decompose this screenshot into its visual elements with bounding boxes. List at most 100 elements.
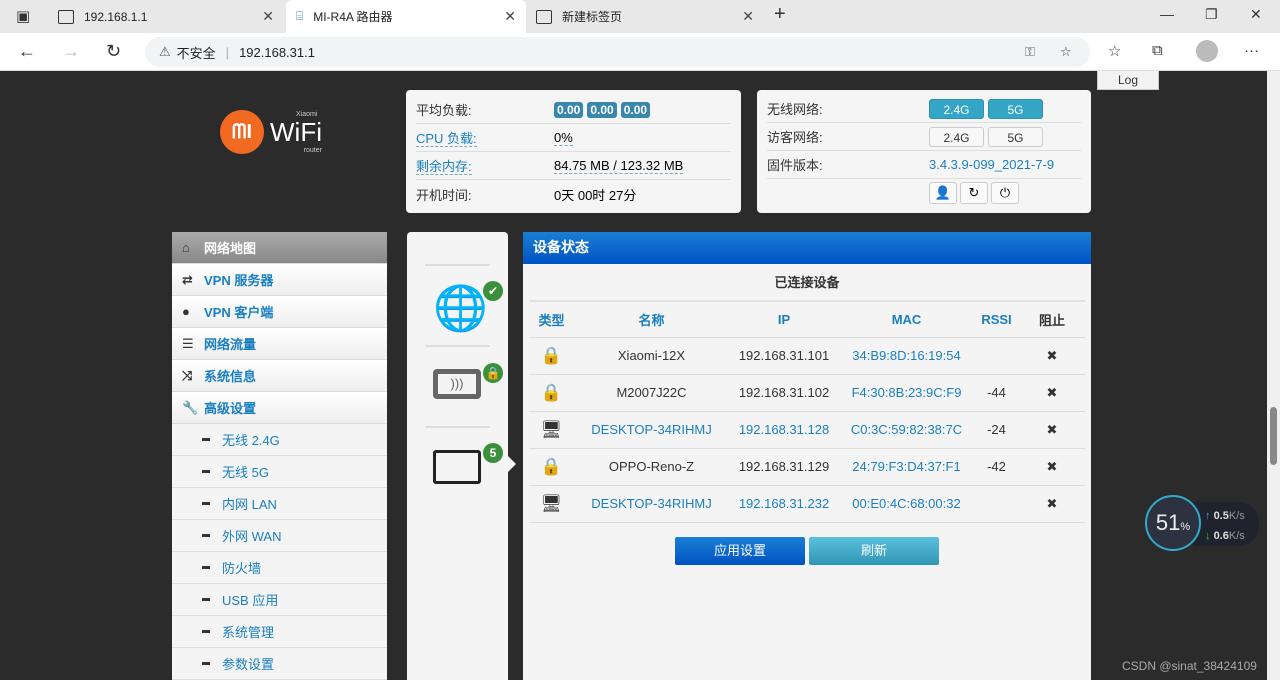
restore-button[interactable]: ❐ <box>1205 6 1218 23</box>
device-name[interactable]: DESKTOP-34RIHMJ <box>574 485 729 523</box>
log-button[interactable]: Log <box>1097 71 1159 90</box>
forward-icon[interactable]: → <box>62 41 80 62</box>
device-mac[interactable]: F4:30:8B:23:9C:F9 <box>839 374 974 412</box>
list-icon: ☰ <box>182 335 194 351</box>
xiaomi-wifi-logo: ᗰI Xiaomi WiFi router <box>220 110 322 154</box>
tab-actions-icon[interactable]: ▣ <box>16 7 30 25</box>
device-name[interactable]: DESKTOP-34RIHMJ <box>574 411 729 449</box>
minimize-button[interactable]: — <box>1160 6 1174 22</box>
sidebar-sub-firewall[interactable]: 防火墙 <box>172 552 387 584</box>
scrollbar[interactable] <box>1267 71 1280 680</box>
lock-badge-icon: 🔒 <box>483 363 503 383</box>
clients-count-badge: 5 <box>483 443 503 463</box>
device-rssi <box>974 485 1019 523</box>
sidebar-sub-usb[interactable]: USB 应用 <box>172 584 387 616</box>
user-icon[interactable]: 👤 <box>929 182 957 204</box>
back-icon[interactable]: ← <box>18 41 36 62</box>
sidebar-item-traffic[interactable]: ☰ 网络流量 <box>172 328 387 360</box>
clients-icon[interactable] <box>433 450 481 484</box>
wifi-5g-button[interactable]: 5G <box>988 98 1043 119</box>
panel-title: 设备状态 <box>523 232 1091 264</box>
wireless-router-icon[interactable]: ))) <box>433 369 481 399</box>
device-ip[interactable]: 192.168.31.232 <box>729 485 839 523</box>
refresh-button[interactable]: 刷新 <box>809 537 939 565</box>
reload-icon[interactable]: ↻ <box>106 41 121 62</box>
sidebar-item-system-info[interactable]: ⤨ 系统信息 <box>172 360 387 392</box>
close-icon[interactable]: ✕ <box>742 8 754 25</box>
sidebar-item-vpn-server[interactable]: ⇄ VPN 服务器 <box>172 264 387 296</box>
block-icon[interactable]: ✖ <box>1019 374 1085 412</box>
guest-5g-button[interactable]: 5G <box>988 126 1043 147</box>
favorites-icon[interactable]: ☆ <box>1108 42 1121 60</box>
upload-speed: 0.5 <box>1213 510 1229 522</box>
dash-icon <box>202 470 210 473</box>
profile-avatar[interactable] <box>1196 40 1218 62</box>
col-name: 名称 <box>574 302 729 338</box>
sidebar-item-advanced[interactable]: 🔧 高级设置 <box>172 392 387 424</box>
device-mac[interactable]: 34:B9:8D:16:19:54 <box>839 337 974 375</box>
block-icon[interactable]: ✖ <box>1019 337 1085 375</box>
block-icon[interactable]: ✖ <box>1019 485 1085 523</box>
uptime-label: 开机时间: <box>416 187 472 203</box>
device-mac[interactable]: 00:E0:4C:68:00:32 <box>839 485 974 523</box>
device-mac[interactable]: 24:79:F3:D4:37:F1 <box>839 448 974 486</box>
random-icon: ⤨ <box>182 367 193 383</box>
col-mac: MAC <box>839 302 974 338</box>
cpu-load-link[interactable]: CPU 负载: <box>416 131 477 147</box>
dash-icon <box>202 502 210 505</box>
lock-icon: 🔒 <box>529 337 574 375</box>
sidebar-sub-wan[interactable]: 外网 WAN <box>172 520 387 552</box>
address-bar-row: ← → ↻ ⚠ 不安全 | 192.168.31.1 ⚿ ☆ ☆ ⧉ ··· <box>0 33 1280 71</box>
wifi-24g-button[interactable]: 2.4G <box>929 98 984 119</box>
sub-label: 系统管理 <box>222 625 275 640</box>
load-badge: 0.00 <box>554 101 584 118</box>
sidebar-sub-lan[interactable]: 内网 LAN <box>172 488 387 520</box>
block-icon[interactable]: ✖ <box>1019 448 1085 486</box>
wrench-icon: 🔧 <box>182 399 199 415</box>
reboot-icon[interactable]: ↻ <box>960 182 988 204</box>
key-icon[interactable]: ⚿ <box>1025 44 1035 60</box>
device-table: 类型 名称 IP MAC RSSI 阻止 🔒 Xiaomi-12X 192.16… <box>529 302 1085 523</box>
apply-settings-button[interactable]: 应用设置 <box>675 537 805 565</box>
sidebar-item-label: 系统信息 <box>204 369 257 384</box>
lock-icon: 🔒 <box>529 374 574 412</box>
sidebar-sub-admin[interactable]: 系统管理 <box>172 616 387 648</box>
device-rssi: -24 <box>974 411 1019 449</box>
tab-3[interactable]: 新建标签页 ✕ <box>526 0 764 33</box>
desktop-icon: 🖥 <box>529 485 574 523</box>
internet-globe-icon[interactable]: 🌐 <box>433 282 488 334</box>
tab-1[interactable]: 192.168.1.1 ✕ <box>48 0 284 33</box>
sidebar-sub-settings[interactable]: 参数设置 <box>172 648 387 680</box>
table-row: 🔒 Xiaomi-12X 192.168.31.101 34:B9:8D:16:… <box>529 337 1085 375</box>
more-icon[interactable]: ··· <box>1244 42 1259 59</box>
device-mac[interactable]: C0:3C:59:82:38:7C <box>839 411 974 449</box>
address-input[interactable]: ⚠ 不安全 | 192.168.31.1 ⚿ ☆ <box>145 37 1090 67</box>
collections-icon[interactable]: ⧉ <box>1152 42 1163 59</box>
favorite-add-icon[interactable]: ☆ <box>1060 44 1072 60</box>
sidebar-item-vpn-client[interactable]: ● VPN 客户端 <box>172 296 387 328</box>
new-tab-button[interactable]: + <box>774 3 786 26</box>
connected-devices-heading: 已连接设备 <box>529 264 1085 302</box>
block-icon[interactable]: ✖ <box>1019 411 1085 449</box>
close-window-button[interactable]: ✕ <box>1250 6 1262 23</box>
tab-2[interactable]: ⌸ MI-R4A 路由器 ✕ <box>286 0 526 33</box>
sidebar-item-network-map[interactable]: ⌂ 网络地图 <box>172 232 387 264</box>
close-icon[interactable]: ✕ <box>504 8 516 25</box>
free-memory-link[interactable]: 剩余内存: <box>416 159 472 175</box>
device-ip[interactable]: 192.168.31.128 <box>729 411 839 449</box>
device-ip: 192.168.31.101 <box>729 337 839 375</box>
sub-label: 无线 5G <box>222 465 269 480</box>
power-icon[interactable]: ⏻ <box>991 182 1019 204</box>
mi-logo-icon: ᗰI <box>220 110 264 154</box>
retweet-icon: ⇄ <box>182 271 193 287</box>
sidebar-sub-wifi5[interactable]: 无线 5G <box>172 456 387 488</box>
sidebar-sub-wifi24[interactable]: 无线 2.4G <box>172 424 387 456</box>
device-ip: 192.168.31.102 <box>729 374 839 412</box>
guest-24g-button[interactable]: 2.4G <box>929 126 984 147</box>
scrollbar-thumb[interactable] <box>1270 407 1277 465</box>
memory-value: 84.75 MB / 123.32 MB <box>554 157 684 174</box>
gauge-percent: 51 <box>1155 510 1181 535</box>
uptime-value: 0天 00时 27分 <box>554 187 637 203</box>
firmware-version[interactable]: 3.4.3.9-099_2021-7-9 <box>929 157 1054 172</box>
close-icon[interactable]: ✕ <box>262 8 274 25</box>
